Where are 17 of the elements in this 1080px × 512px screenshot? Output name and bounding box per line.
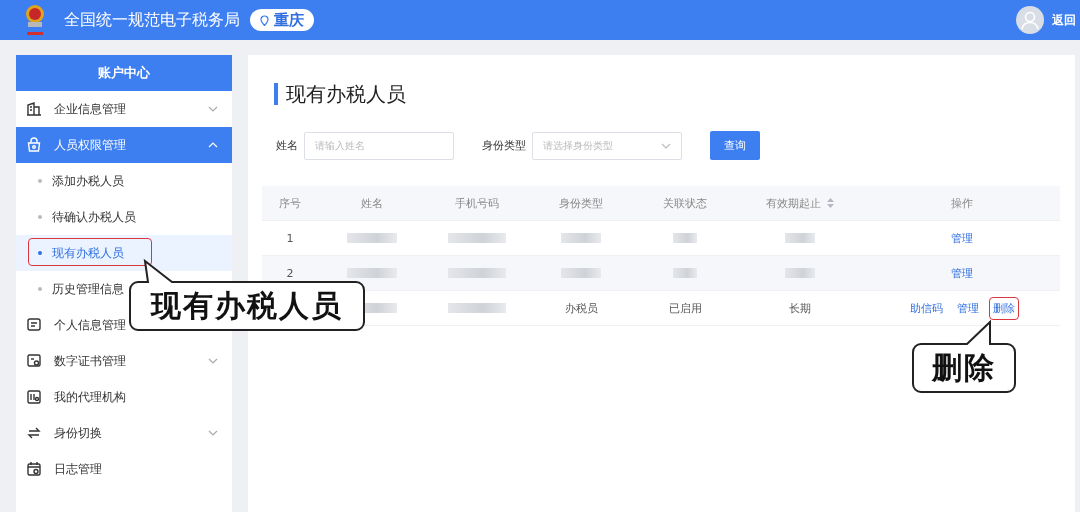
column-header: 序号 bbox=[279, 195, 301, 211]
callout-tooltip: 删除 bbox=[911, 320, 1017, 394]
page-title: 现有办税人员 bbox=[274, 83, 1061, 105]
column-header: 姓名 bbox=[361, 195, 383, 211]
sidebar-title: 账户中心 bbox=[16, 55, 232, 91]
table-cell: 2 bbox=[286, 266, 294, 280]
column-header: 身份类型 bbox=[559, 195, 603, 211]
column-header: 关联状态 bbox=[663, 195, 707, 211]
table-cell: 长期 bbox=[789, 300, 811, 316]
site-title: 全国统一规范电子税务局 bbox=[64, 9, 240, 31]
column-header: 手机号码 bbox=[455, 195, 499, 211]
table-cell: 办税员 bbox=[564, 300, 598, 316]
field-label: 姓名 bbox=[276, 138, 298, 153]
field-label: 身份类型 bbox=[482, 138, 526, 153]
table-cell: 已启用 bbox=[668, 300, 702, 316]
column-header: 操作 bbox=[951, 195, 973, 211]
table-cell: 1 bbox=[286, 231, 294, 245]
